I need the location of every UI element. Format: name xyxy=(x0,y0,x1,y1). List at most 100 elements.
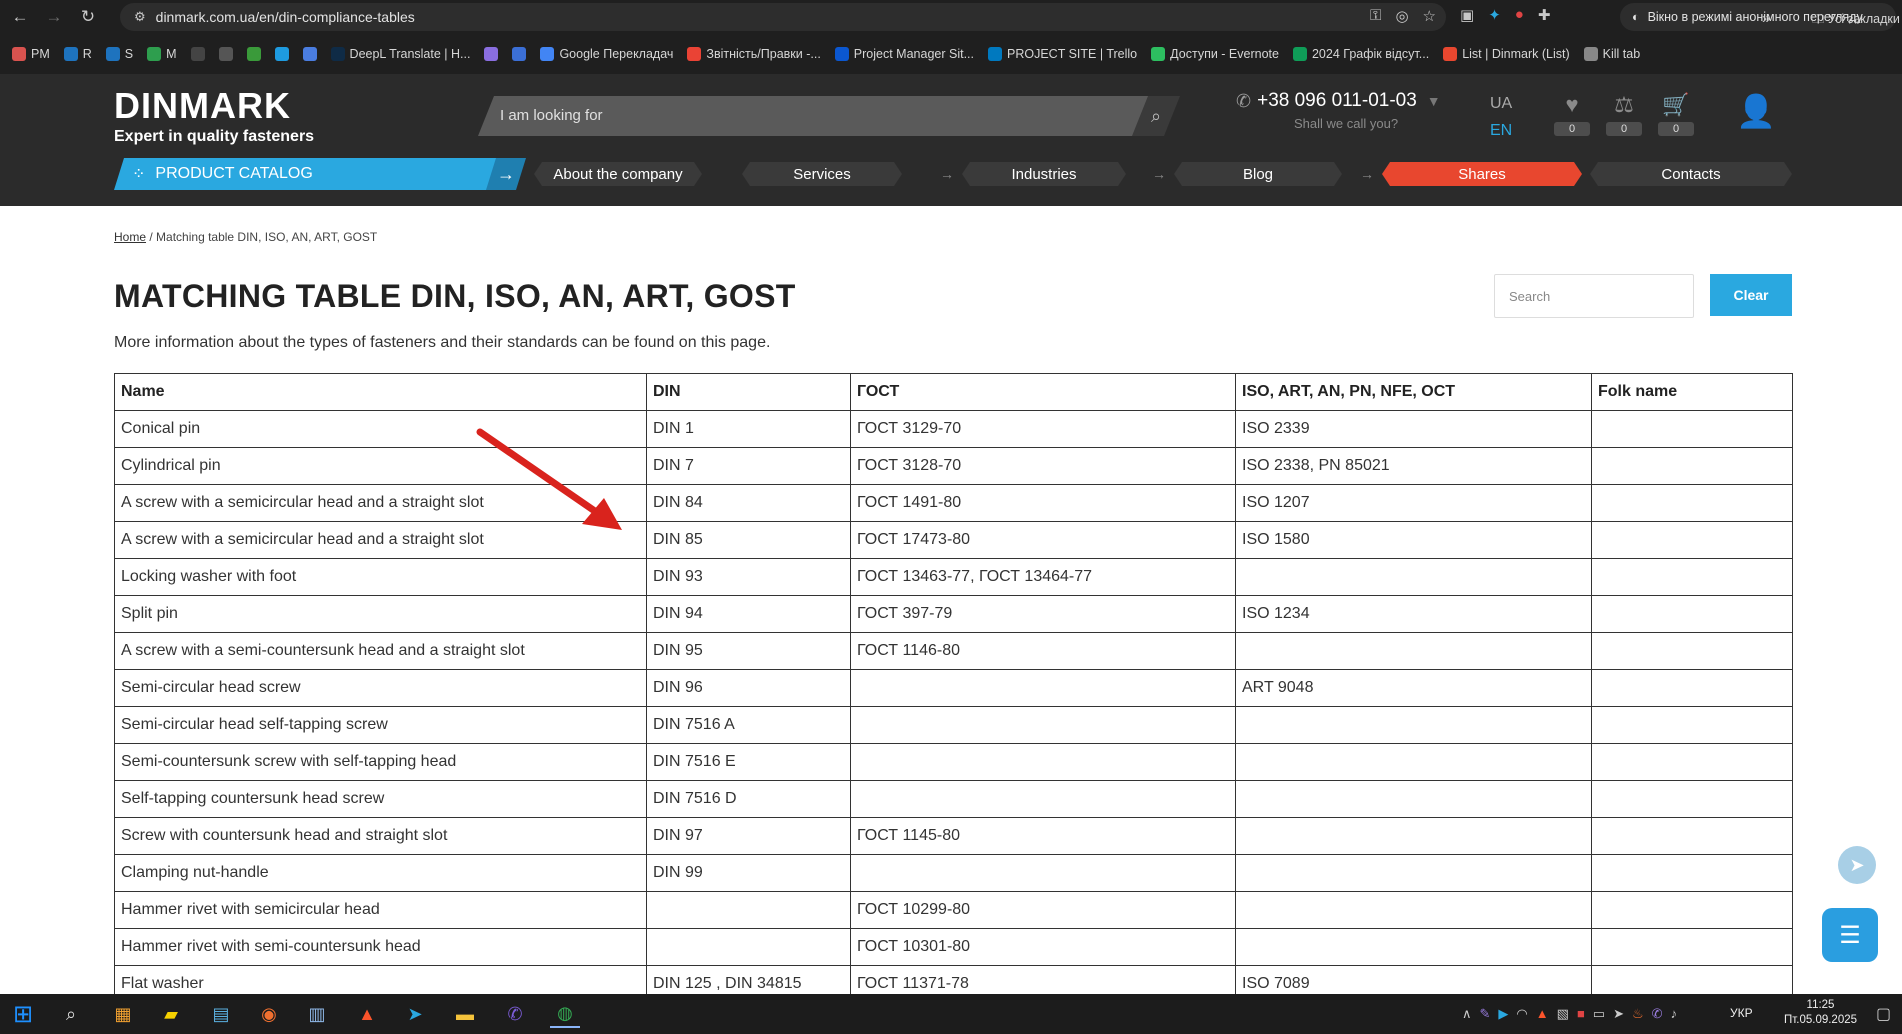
all-bookmarks-folder[interactable]: 🗀 Усі закладки xyxy=(1812,10,1900,31)
bookmark-item[interactable] xyxy=(302,47,317,61)
industries-arrow-icon[interactable]: → xyxy=(1148,162,1170,186)
bookmark-favicon-icon xyxy=(834,47,849,61)
file-explorer-icon[interactable]: ▬ xyxy=(450,1000,480,1028)
bookmark-item[interactable]: Google Перекладач xyxy=(540,47,673,61)
bookmark-item[interactable]: Kill tab xyxy=(1583,47,1640,61)
menu-industries[interactable]: Industries xyxy=(962,162,1126,186)
table-header-cell: DIN xyxy=(646,373,851,411)
lang-en[interactable]: EN xyxy=(1490,117,1512,144)
cart-button[interactable]: 🛒 0 xyxy=(1656,92,1696,136)
bookmark-item[interactable]: M xyxy=(147,47,177,61)
tray-fire-icon[interactable]: ♨ xyxy=(1632,1006,1644,1022)
logo[interactable]: DINMARK Expert in quality fasteners xyxy=(114,86,314,146)
address-bar[interactable]: ⚙ dinmark.com.ua/en/din-compliance-table… xyxy=(120,3,1446,31)
tray-uk-icon[interactable]: ▧ xyxy=(1557,1006,1569,1022)
table-row: Semi-circular head self-tapping screw DIN… xyxy=(114,706,1793,744)
bookmark-item[interactable] xyxy=(190,47,205,61)
lang-ua[interactable]: UA xyxy=(1490,90,1512,117)
table-row: Clamping nut-handle DIN 99 xyxy=(114,854,1793,892)
tray-viber-icon[interactable]: ✆ xyxy=(1652,1006,1663,1022)
bookmark-item[interactable] xyxy=(246,47,261,61)
bookmark-item[interactable]: S xyxy=(105,47,133,61)
url-text[interactable]: dinmark.com.ua/en/din-compliance-tables xyxy=(156,9,415,25)
phone-dropdown-icon[interactable]: ▼ xyxy=(1427,93,1441,109)
tray-chevron-icon[interactable]: ∧ xyxy=(1462,1006,1472,1022)
tray-arrow-icon[interactable]: ▶ xyxy=(1498,1006,1508,1022)
bookmark-item[interactable]: Доступи - Evernote xyxy=(1151,47,1279,61)
tray-feather-icon[interactable]: ✎ xyxy=(1480,1006,1491,1022)
table-cell: A screw with a semi-countersunk head and… xyxy=(114,632,647,670)
eye-off-icon[interactable]: ◎ xyxy=(1395,7,1408,25)
forward-arrow-icon[interactable]: → xyxy=(40,3,68,31)
reload-icon[interactable]: ↻ xyxy=(74,3,102,31)
compare-button[interactable]: ⚖ 0 xyxy=(1604,92,1644,136)
blog-arrow-icon[interactable]: → xyxy=(1356,162,1378,186)
product-catalog-button[interactable]: ⁘ PRODUCT CATALOG xyxy=(114,158,502,190)
key-icon[interactable]: ⚿ xyxy=(1370,7,1381,25)
tray-volume-icon[interactable]: ♪ xyxy=(1671,1006,1678,1022)
red-extension-icon[interactable]: ● xyxy=(1515,6,1524,24)
bookmark-item[interactable]: Звітність/Правки -... xyxy=(687,47,821,61)
taskbar-search-icon[interactable]: ⌕ xyxy=(56,1000,86,1028)
bookmark-item[interactable] xyxy=(274,47,289,61)
viber-icon[interactable]: ✆ xyxy=(500,1000,530,1028)
menu-contacts[interactable]: Contacts xyxy=(1590,162,1792,186)
bookmark-item[interactable]: Project Manager Sit... xyxy=(834,47,974,61)
taskbar-clock[interactable]: 11:25 Пт.05.09.2025 xyxy=(1784,998,1857,1028)
tray-network-icon[interactable]: ▭ xyxy=(1593,1006,1605,1022)
bookmark-item[interactable]: List | Dinmark (List) xyxy=(1443,47,1570,61)
tray-brave-icon[interactable]: ▲ xyxy=(1536,1006,1549,1022)
bookmark-item[interactable]: PM xyxy=(12,47,50,61)
table-row: Locking washer with foot DIN 93 ГОСТ 13463… xyxy=(114,558,1793,596)
tray-r-icon[interactable]: ■ xyxy=(1577,1006,1585,1022)
chrome-icon[interactable]: ◍ xyxy=(550,1000,580,1028)
telegram-button[interactable]: ➤ xyxy=(1838,846,1876,884)
table-cell: DIN 85 xyxy=(646,521,851,559)
table-header-cell: ISO, ART, AN, PN, NFE, OCT xyxy=(1235,373,1592,411)
chat-button[interactable]: ☰ xyxy=(1822,908,1878,962)
table-cell: ГОСТ 397-79 xyxy=(850,595,1236,633)
breadcrumb-home[interactable]: Home xyxy=(114,230,146,244)
puzzle-icon[interactable]: ✚ xyxy=(1538,6,1551,24)
bookmark-item[interactable]: 2024 Графік відсут... xyxy=(1292,47,1429,61)
taskbar-calendar-icon[interactable]: ▤ xyxy=(206,1000,236,1028)
notification-icon[interactable]: ▢ xyxy=(1876,1004,1891,1024)
tray-telegram-icon[interactable]: ➤ xyxy=(1613,1006,1624,1022)
phone-number[interactable]: +38 096 011-01-03 xyxy=(1257,90,1417,112)
star-icon[interactable]: ☆ xyxy=(1423,7,1436,25)
taskbar-language[interactable]: УКР xyxy=(1730,1006,1753,1020)
taskbar-app-icon[interactable]: ▦ xyxy=(108,1000,138,1028)
services-arrow-icon[interactable]: → xyxy=(936,162,958,186)
brave-icon[interactable]: ▲ xyxy=(352,1000,382,1028)
more-bookmarks-icon[interactable]: » xyxy=(1762,10,1770,27)
wishlist-button[interactable]: ♥ 0 xyxy=(1552,92,1592,136)
tray-headset-icon[interactable]: ◠ xyxy=(1516,1006,1527,1022)
table-cell xyxy=(850,743,1236,781)
bookmark-item[interactable] xyxy=(512,47,527,61)
bookmark-item[interactable]: R xyxy=(63,47,92,61)
site-info-icon[interactable]: ⚙ xyxy=(134,9,146,25)
menu-about[interactable]: About the company xyxy=(534,162,702,186)
bookmark-item[interactable] xyxy=(218,47,233,61)
back-arrow-icon[interactable]: ← xyxy=(6,3,34,31)
account-button[interactable]: 👤 xyxy=(1736,92,1796,132)
taskbar-orange-icon[interactable]: ◉ xyxy=(254,1000,284,1028)
menu-services[interactable]: Services xyxy=(742,162,902,186)
clear-button[interactable]: Clear xyxy=(1710,274,1792,316)
translate-extension-icon[interactable]: ✦ xyxy=(1488,6,1501,24)
menu-shares[interactable]: Shares xyxy=(1382,162,1582,186)
bookmark-label: M xyxy=(166,47,177,61)
telegram-taskbar-icon[interactable]: ➤ xyxy=(400,1000,430,1028)
bookmark-item[interactable] xyxy=(484,47,499,61)
callback-link[interactable]: Shall we call you? xyxy=(1294,116,1446,131)
table-search-input[interactable] xyxy=(1494,274,1694,318)
windows-start-icon[interactable]: ⊞ xyxy=(8,1000,38,1028)
sticky-notes-icon[interactable]: ▰ xyxy=(156,1000,186,1028)
bookmark-item[interactable]: PROJECT SITE | Trello xyxy=(988,47,1137,61)
taskbar-document-icon[interactable]: ▥ xyxy=(302,1000,332,1028)
image-extension-icon[interactable]: ▣ xyxy=(1460,6,1474,24)
menu-blog[interactable]: Blog xyxy=(1174,162,1342,186)
table-cell xyxy=(1591,780,1793,818)
site-search-input[interactable]: I am looking for xyxy=(478,96,1178,136)
bookmark-item[interactable]: DeepL Translate | H... xyxy=(330,47,470,61)
